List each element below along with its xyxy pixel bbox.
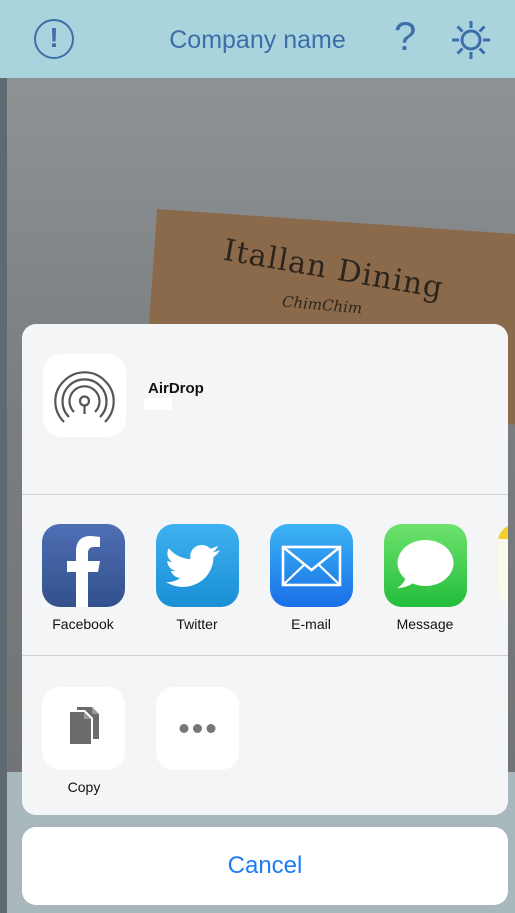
message-label: Message: [396, 616, 454, 632]
twitter-label: Twitter: [176, 616, 218, 632]
message-icon: [397, 540, 454, 588]
email-label: E-mail: [291, 616, 331, 632]
share-apps-row: Facebook Twitter E-mail Message: [22, 496, 508, 656]
email-share-button[interactable]: [270, 524, 353, 607]
copy-icon: [70, 707, 99, 744]
facebook-icon: [67, 536, 100, 607]
twitter-icon: [166, 544, 220, 587]
facebook-label: Facebook: [52, 616, 114, 632]
cancel-button[interactable]: Cancel: [22, 827, 508, 905]
airdrop-row: AirDrop: [22, 324, 508, 495]
mail-icon: [281, 545, 342, 587]
twitter-share-button[interactable]: [156, 524, 239, 607]
page-title: Company name: [169, 26, 346, 54]
notes-share-button-partial[interactable]: [498, 524, 508, 607]
gear-icon[interactable]: [450, 19, 492, 61]
airdrop-button[interactable]: [43, 354, 126, 437]
more-button[interactable]: [156, 687, 239, 770]
share-sheet: AirDrop Facebook Twitter E-mail Message …: [22, 324, 508, 815]
copy-label: Copy: [67, 779, 101, 795]
app-navbar: ! Company name ?: [0, 0, 515, 78]
airdrop-icon: [54, 371, 115, 423]
message-share-button[interactable]: [384, 524, 467, 607]
airdrop-label: AirDrop: [148, 380, 204, 397]
help-icon[interactable]: ?: [394, 15, 416, 59]
more-icon: [179, 724, 216, 733]
share-actions-row: Copy: [22, 657, 508, 815]
airdrop-subtitle-placeholder: [144, 398, 172, 410]
copy-button[interactable]: [42, 687, 125, 770]
facebook-share-button[interactable]: [42, 524, 125, 607]
